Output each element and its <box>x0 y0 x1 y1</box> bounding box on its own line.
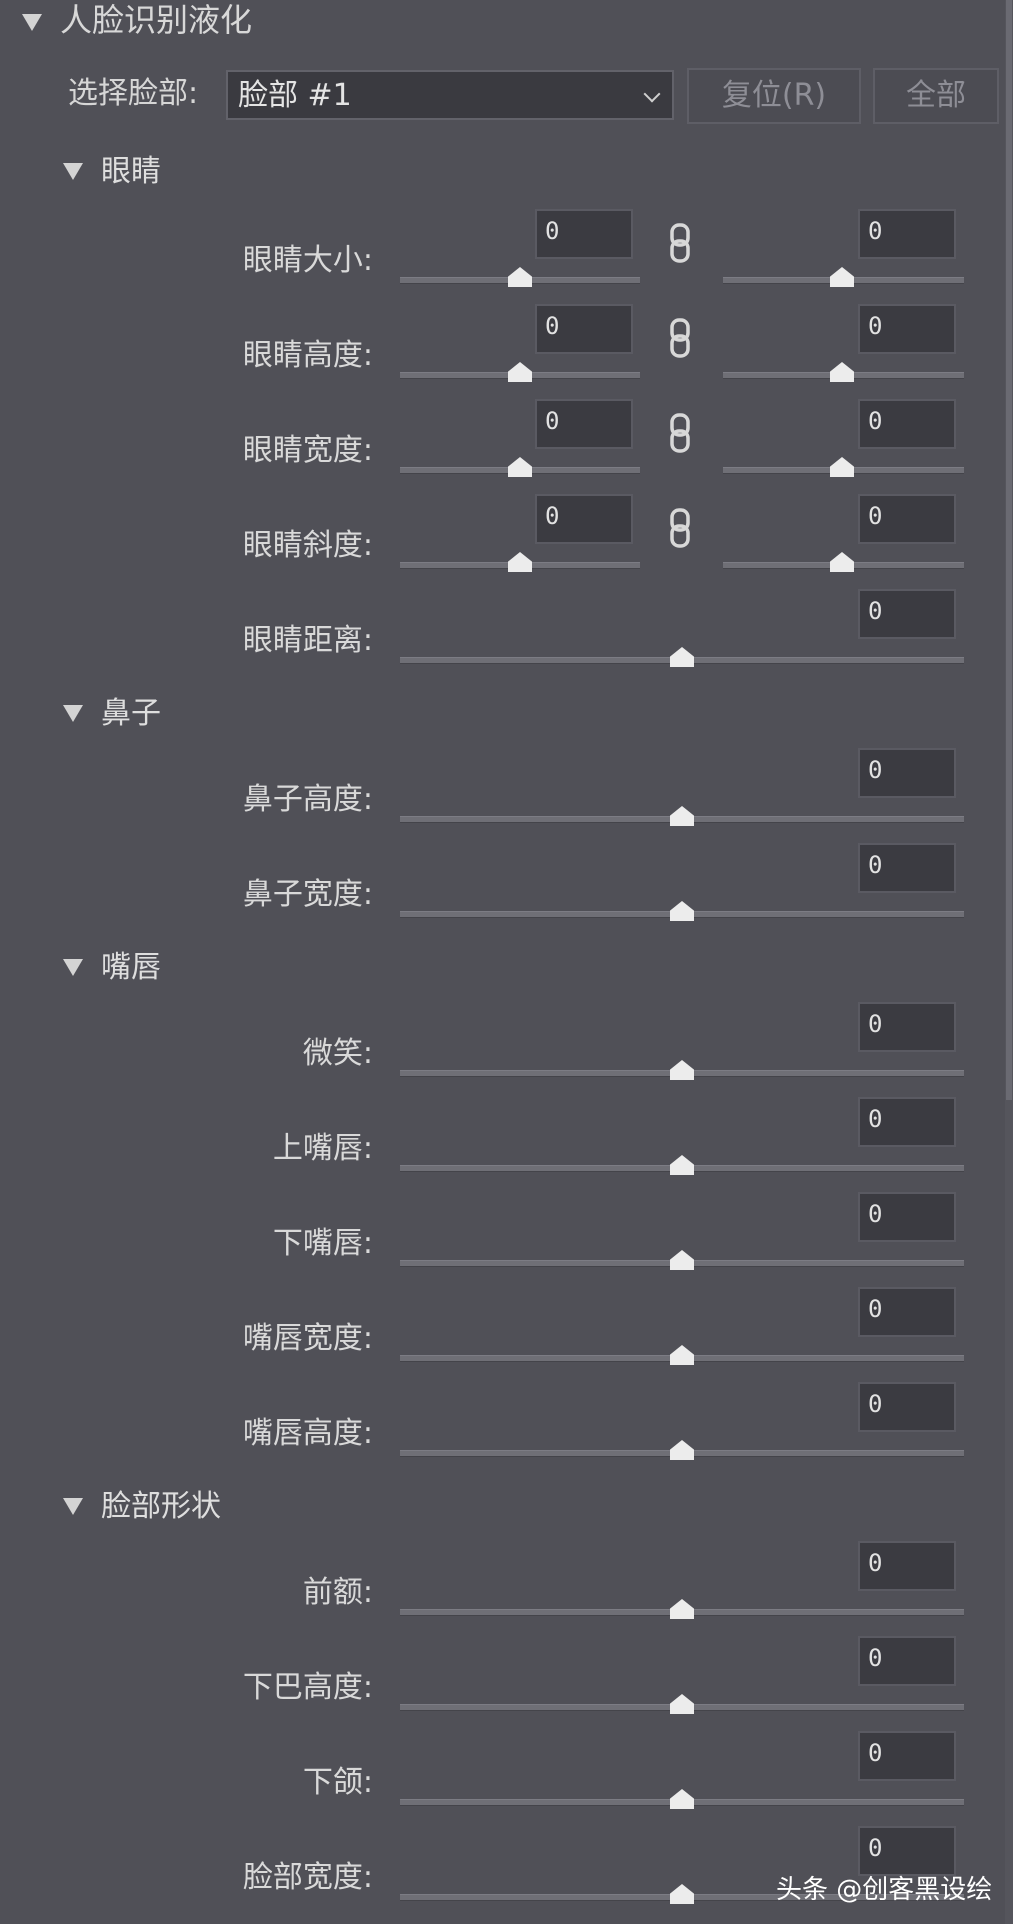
face-shape-row-3-label: 下颌: <box>302 1765 373 1800</box>
chain-link-icon[interactable] <box>669 318 691 358</box>
face-shape-row-4-value-field[interactable]: 0 <box>858 1826 956 1876</box>
nose-row-2-label: 鼻子宽度: <box>242 877 373 912</box>
panel-title: 人脸识别液化 <box>60 1 253 39</box>
face-shape-row-3-slider-thumb[interactable] <box>670 1789 694 1809</box>
mouth-row-4-label: 嘴唇宽度: <box>242 1321 373 1356</box>
nose-row-2-value-field[interactable]: 0 <box>858 843 956 893</box>
eye-row-1-right-slider-thumb[interactable] <box>830 267 854 287</box>
eye-row-3-label: 眼睛宽度: <box>242 433 373 468</box>
eye-row-1-left-slider-thumb[interactable] <box>508 267 532 287</box>
face-aware-liquify-panel: 人脸识别液化 选择脸部: 脸部 #1 复位(R) 全部 眼睛眼睛大小: 0 0 眼睛高… <box>0 0 1013 1924</box>
eye-distance-value-field[interactable]: 0 <box>858 589 956 639</box>
select-face-label: 选择脸部: <box>68 76 199 111</box>
eye-row-3-left-field[interactable]: 0 <box>535 399 633 449</box>
nose-row-1-label: 鼻子高度: <box>242 782 373 817</box>
eye-row-1-right-field[interactable]: 0 <box>858 209 956 259</box>
scrollbar-thumb[interactable] <box>1006 0 1012 1100</box>
mouth-row-3-label: 下嘴唇: <box>272 1226 373 1261</box>
nose-row-1-value-field[interactable]: 0 <box>858 748 956 798</box>
mouth-row-1-label: 微笑: <box>302 1036 373 1071</box>
face-shape-row-1-value-field[interactable]: 0 <box>858 1541 956 1591</box>
mouth-row-4-value-field[interactable]: 0 <box>858 1287 956 1337</box>
eye-row-2-label: 眼睛高度: <box>242 338 373 373</box>
section-caret-icon[interactable] <box>63 959 83 976</box>
mouth-row-5-slider-thumb[interactable] <box>670 1440 694 1460</box>
watermark: 头条 @创客黑设绘 <box>776 1875 993 1905</box>
mouth-row-3-slider-thumb[interactable] <box>670 1250 694 1270</box>
eye-row-2-right-field[interactable]: 0 <box>858 304 956 354</box>
chain-link-icon[interactable] <box>669 508 691 548</box>
eye-row-1-left-field[interactable]: 0 <box>535 209 633 259</box>
face-shape-row-2-value-field[interactable]: 0 <box>858 1636 956 1686</box>
face-shape-row-1-label: 前额: <box>302 1575 373 1610</box>
nose-row-1-slider-thumb[interactable] <box>670 806 694 826</box>
chevron-down-icon <box>643 85 661 103</box>
reset-button[interactable]: 复位(R) <box>687 68 861 124</box>
face-shape-row-4-slider-thumb[interactable] <box>670 1884 694 1904</box>
section-title-eyes: 眼睛 <box>101 154 161 189</box>
mouth-row-4-slider-thumb[interactable] <box>670 1345 694 1365</box>
mouth-row-1-value-field[interactable]: 0 <box>858 1002 956 1052</box>
eye-row-4-left-slider-thumb[interactable] <box>508 552 532 572</box>
eye-row-2-left-field[interactable]: 0 <box>535 304 633 354</box>
mouth-row-1-slider-thumb[interactable] <box>670 1060 694 1080</box>
eye-row-3-left-slider-thumb[interactable] <box>508 457 532 477</box>
mouth-row-2-value-field[interactable]: 0 <box>858 1097 956 1147</box>
eye-row-3-right-slider-thumb[interactable] <box>830 457 854 477</box>
face-shape-row-2-slider-thumb[interactable] <box>670 1694 694 1714</box>
all-button[interactable]: 全部 <box>873 68 999 124</box>
eye-row-1-label: 眼睛大小: <box>242 243 373 278</box>
section-caret-icon[interactable] <box>63 705 83 722</box>
eye-row-4-right-field[interactable]: 0 <box>858 494 956 544</box>
eye-row-4-label: 眼睛斜度: <box>242 528 373 563</box>
section-title-nose: 鼻子 <box>101 696 161 731</box>
section-caret-icon[interactable] <box>63 163 83 180</box>
eye-distance-slider-thumb[interactable] <box>670 647 694 667</box>
chain-link-icon[interactable] <box>669 223 691 263</box>
mouth-row-2-slider-thumb[interactable] <box>670 1155 694 1175</box>
mouth-row-5-label: 嘴唇高度: <box>242 1416 373 1451</box>
collapse-caret-icon[interactable] <box>22 14 42 31</box>
eye-row-3-right-field[interactable]: 0 <box>858 399 956 449</box>
eye-row-4-right-slider-thumb[interactable] <box>830 552 854 572</box>
section-caret-icon[interactable] <box>63 1498 83 1515</box>
eye-row-2-right-slider-thumb[interactable] <box>830 362 854 382</box>
eye-row-4-left-field[interactable]: 0 <box>535 494 633 544</box>
mouth-row-3-value-field[interactable]: 0 <box>858 1192 956 1242</box>
chain-link-icon[interactable] <box>669 413 691 453</box>
mouth-row-5-value-field[interactable]: 0 <box>858 1382 956 1432</box>
nose-row-2-slider-thumb[interactable] <box>670 901 694 921</box>
select-face-dropdown[interactable]: 脸部 #1 <box>226 70 674 120</box>
scrollbar[interactable] <box>1005 0 1013 1924</box>
section-title-mouth: 嘴唇 <box>101 950 161 985</box>
eye-distance-label: 眼睛距离: <box>242 623 373 658</box>
mouth-row-2-label: 上嘴唇: <box>272 1131 373 1166</box>
face-shape-row-1-slider-thumb[interactable] <box>670 1599 694 1619</box>
face-shape-row-3-value-field[interactable]: 0 <box>858 1731 956 1781</box>
face-shape-row-2-label: 下巴高度: <box>242 1670 373 1705</box>
face-shape-row-4-label: 脸部宽度: <box>242 1860 373 1895</box>
section-title-face_shape: 脸部形状 <box>101 1489 221 1524</box>
eye-row-2-left-slider-thumb[interactable] <box>508 362 532 382</box>
select-face-value: 脸部 #1 <box>238 78 352 113</box>
